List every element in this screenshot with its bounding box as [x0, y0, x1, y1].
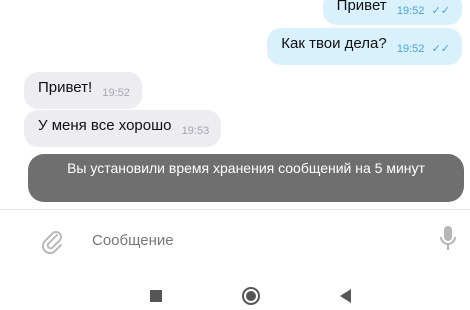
message-time: 19:53 — [181, 125, 210, 137]
message-time: 19:52 — [102, 87, 130, 99]
message-text: Привет — [336, 0, 387, 14]
message-input[interactable] — [92, 228, 412, 252]
message-text: Привет! — [38, 79, 93, 96]
system-nav-bar — [0, 270, 470, 310]
outgoing-message[interactable]: Привет 19:52 ✓✓ — [322, 0, 462, 25]
back-triangle-icon[interactable] — [340, 289, 351, 303]
message-time: 19:52 — [396, 5, 425, 17]
microphone-icon[interactable] — [438, 224, 458, 254]
system-notice: Вы установили время хранения сообщений н… — [28, 154, 464, 202]
incoming-message[interactable]: У меня все хорошо 19:53 — [24, 110, 222, 147]
read-receipt-icon: ✓✓ — [431, 5, 450, 17]
message-composer — [0, 209, 470, 267]
incoming-message[interactable]: Привет! 19:52 — [24, 72, 142, 109]
chat-screen: Привет 19:52 ✓✓ Как твои дела? 19:52 ✓✓ … — [0, 0, 470, 310]
message-time: 19:52 — [396, 43, 425, 55]
recents-square-icon[interactable] — [150, 290, 162, 302]
message-text: Как твои дела? — [281, 35, 387, 52]
outgoing-message[interactable]: Как твои дела? 19:52 ✓✓ — [267, 28, 462, 65]
message-text: У меня все хорошо — [38, 117, 172, 134]
home-circle-icon[interactable] — [242, 287, 260, 305]
read-receipt-icon: ✓✓ — [431, 43, 450, 55]
paperclip-icon[interactable] — [38, 227, 66, 255]
